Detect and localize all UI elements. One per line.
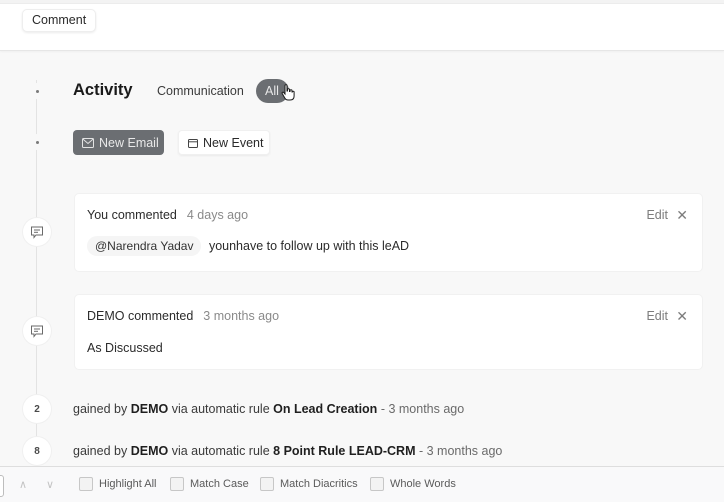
comment-node (23, 317, 51, 345)
close-icon[interactable]: ✕ (676, 207, 688, 224)
points-prefix: gained by (73, 402, 128, 416)
find-input[interactable] (0, 475, 4, 497)
comment-time: 3 months ago (203, 309, 280, 323)
comment-card: DEMO commented 3 months ago Edit ✕ As Di… (75, 295, 702, 369)
points-middle: via automatic rule (171, 402, 270, 416)
checkbox-label: Match Case (190, 478, 249, 490)
comment-text: younhave to follow up with this leAD (208, 239, 410, 253)
edit-button[interactable]: Edit (646, 208, 668, 222)
points-user: DEMO (130, 444, 169, 458)
whole-words-checkbox[interactable]: Whole Words (370, 477, 456, 491)
points-time: - 3 months ago (418, 444, 503, 458)
checkbox-box[interactable] (79, 477, 93, 491)
highlight-all-checkbox[interactable]: Highlight All (79, 477, 156, 491)
comment-node (23, 218, 51, 246)
points-activity-row: gained by DEMO via automatic rule 8 Poin… (73, 444, 502, 458)
comment-header: You commented 4 days ago (87, 208, 248, 222)
new-email-button[interactable]: New Email (73, 130, 164, 155)
checkbox-label: Match Diacritics (280, 478, 358, 490)
close-icon[interactable]: ✕ (676, 308, 688, 325)
mail-icon (82, 137, 94, 148)
points-badge: 2 (23, 395, 51, 423)
comment-panel: Comment (0, 4, 724, 51)
rule-name: On Lead Creation (273, 402, 378, 416)
comment-icon (31, 226, 43, 239)
rule-name: 8 Point Rule LEAD-CRM (273, 444, 416, 458)
comment-card: You commented 4 days ago Edit ✕ @Narendr… (75, 194, 702, 271)
points-prefix: gained by (73, 444, 128, 458)
checkbox-label: Highlight All (99, 478, 157, 490)
comment-icon (31, 325, 43, 338)
hand-cursor-icon (281, 84, 295, 101)
find-next-icon[interactable]: ∨ (46, 478, 54, 491)
checkbox-box[interactable] (370, 477, 384, 491)
comment-author: DEMO commented (87, 309, 194, 323)
checkbox-label: Whole Words (390, 478, 456, 490)
points-time: - 3 months ago (380, 402, 465, 416)
new-email-label: New Email (99, 135, 159, 150)
comment-time: 4 days ago (186, 208, 249, 222)
edit-button[interactable]: Edit (646, 309, 668, 323)
checkbox-box[interactable] (170, 477, 184, 491)
comment-text: As Discussed (87, 341, 163, 355)
points-middle: via automatic rule (171, 444, 270, 458)
new-event-button[interactable]: New Event (178, 130, 270, 155)
comment-tab[interactable]: Comment (22, 9, 97, 32)
mention-tag[interactable]: @Narendra Yadav (87, 236, 202, 256)
find-bar: ∧ ∨ Highlight All Match Case Match Diacr… (0, 466, 724, 502)
calendar-icon (188, 138, 198, 148)
find-previous-icon[interactable]: ∧ (19, 478, 27, 491)
match-diacritics-checkbox[interactable]: Match Diacritics (260, 477, 358, 491)
comment-header: DEMO commented 3 months ago (87, 309, 279, 323)
timeline-dot (29, 83, 45, 99)
points-activity-row: gained by DEMO via automatic rule On Lea… (73, 402, 464, 416)
comment-body: @Narendra Yadav younhave to follow up wi… (87, 236, 409, 256)
timeline-dot (29, 134, 45, 150)
points-badge: 8 (23, 437, 51, 465)
comment-author: You commented (87, 208, 177, 222)
checkbox-box[interactable] (260, 477, 274, 491)
activity-title: Activity (73, 81, 133, 99)
points-user: DEMO (130, 402, 169, 416)
new-event-label: New Event (203, 135, 264, 150)
match-case-checkbox[interactable]: Match Case (170, 477, 249, 491)
tab-communication[interactable]: Communication (157, 84, 244, 98)
